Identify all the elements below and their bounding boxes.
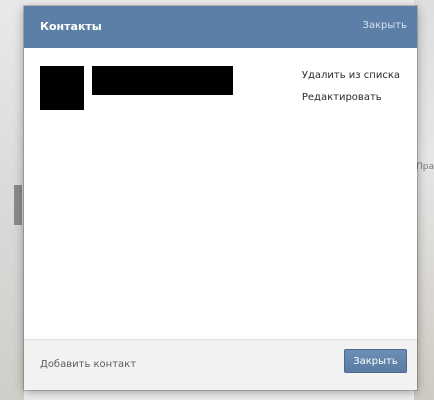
- remove-from-list-link[interactable]: Удалить из списка: [302, 70, 400, 82]
- contact-actions: Удалить из списка Редактировать: [302, 70, 400, 114]
- edit-contact-link[interactable]: Редактировать: [302, 92, 400, 104]
- contacts-dialog: Контакты Закрыть Удалить из списка Редак…: [24, 6, 417, 390]
- contact-name-redacted[interactable]: [92, 66, 233, 95]
- dialog-footer: Добавить контакт Закрыть: [24, 339, 417, 390]
- background-left-thumbnail: [14, 185, 22, 225]
- dialog-body: Удалить из списка Редактировать: [24, 48, 417, 340]
- contact-row: Удалить из списка Редактировать: [40, 66, 400, 116]
- background-right-strip: [414, 0, 434, 400]
- contact-avatar[interactable]: [40, 66, 84, 110]
- background-peek-text: Прави: [416, 162, 434, 172]
- dialog-header: Контакты Закрыть: [24, 6, 417, 48]
- dialog-title: Контакты: [40, 20, 102, 33]
- header-close-link[interactable]: Закрыть: [362, 20, 407, 31]
- add-contact-link[interactable]: Добавить контакт: [40, 359, 136, 370]
- close-button[interactable]: Закрыть: [344, 349, 407, 373]
